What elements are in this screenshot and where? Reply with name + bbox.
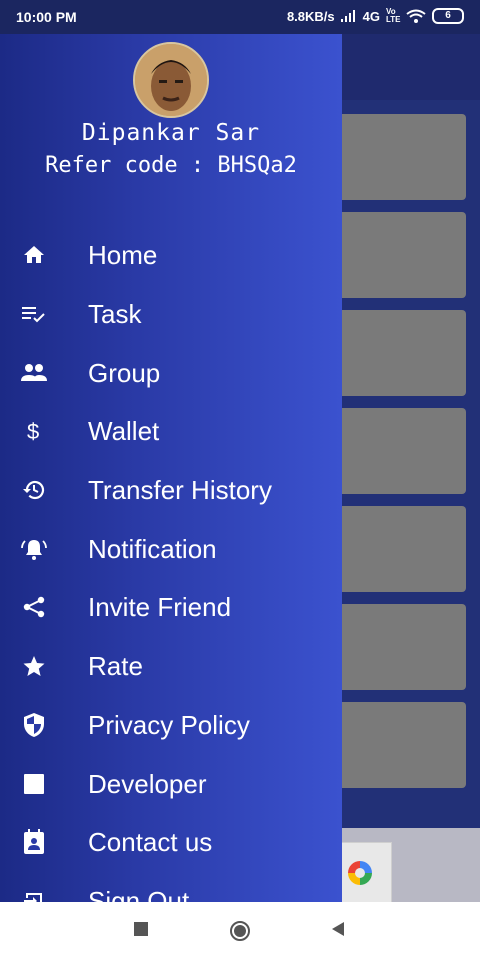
menu-item-wallet[interactable]: $ Wallet [0,406,342,456]
star-icon [20,652,48,680]
menu-label: Rate [88,650,143,681]
menu-label: Developer [88,768,207,799]
menu-label: Wallet [88,415,160,446]
menu-item-transfer-history[interactable]: Transfer History [0,465,342,515]
menu-label: Group [88,357,161,388]
home-button[interactable] [229,920,251,942]
navigation-drawer: Dipankar Sar Refer code : BHSQa2 Home Ta… [0,34,342,902]
menu-label: Privacy Policy [88,709,250,740]
status-time: 10:00 PM [16,9,77,25]
system-navigation-bar [0,902,480,960]
menu-item-notification[interactable]: Notification [0,524,342,574]
recents-button[interactable] [133,921,149,937]
wifi-icon [406,9,426,23]
menu-label: Task [88,298,142,329]
menu-item-invite-friend[interactable]: Invite Friend [0,582,342,632]
avatar[interactable] [133,42,209,118]
bell-icon [20,535,48,563]
signal-icon [340,10,355,22]
menu-item-task[interactable]: Task [0,289,342,339]
profile-name: Dipankar Sar [81,120,261,146]
menu-label: Contact us [88,826,213,857]
dollar-icon: $ [20,417,48,445]
menu-label: Home [88,239,158,270]
contact-card-icon [20,828,48,856]
status-bar: 10:00 PM 8.8KB/s 4G Vo LTE 6 [0,0,480,34]
network-speed: 8.8KB/s [286,8,335,24]
menu-item-rate[interactable]: Rate [0,641,342,691]
home-icon [20,241,48,269]
menu-label: Notification [88,533,217,564]
group-icon [20,359,48,387]
back-button[interactable] [330,921,346,937]
status-indicators: 8.8KB/s 4G Vo LTE 6 [287,8,464,24]
svg-text:$: $ [27,419,39,444]
menu-item-privacy-policy[interactable]: Privacy Policy [0,700,342,750]
sign-out-icon [20,887,48,902]
history-icon [20,476,48,504]
menu-label: Invite Friend [88,591,232,622]
menu-item-group[interactable]: Group [0,348,342,398]
menu-label: Sign Out [88,885,190,903]
menu-label: Transfer History [88,474,272,505]
menu-item-contact-us[interactable]: Contact us [0,817,342,867]
menu-item-developer[interactable]: Developer [0,759,342,809]
network-type: 4G [362,8,380,24]
battery-icon: 6 [432,8,464,24]
ad-choices-icon[interactable] [345,858,375,888]
menu-item-sign-out[interactable]: Sign Out [0,876,342,902]
task-list-icon [20,300,48,328]
menu-item-home[interactable]: Home [0,230,342,280]
shield-icon [20,711,48,739]
volte-indicator: Vo LTE [386,7,401,24]
square-icon [20,770,48,798]
share-icon [20,593,48,621]
refer-code: Refer code : BHSQa2 [45,153,297,178]
